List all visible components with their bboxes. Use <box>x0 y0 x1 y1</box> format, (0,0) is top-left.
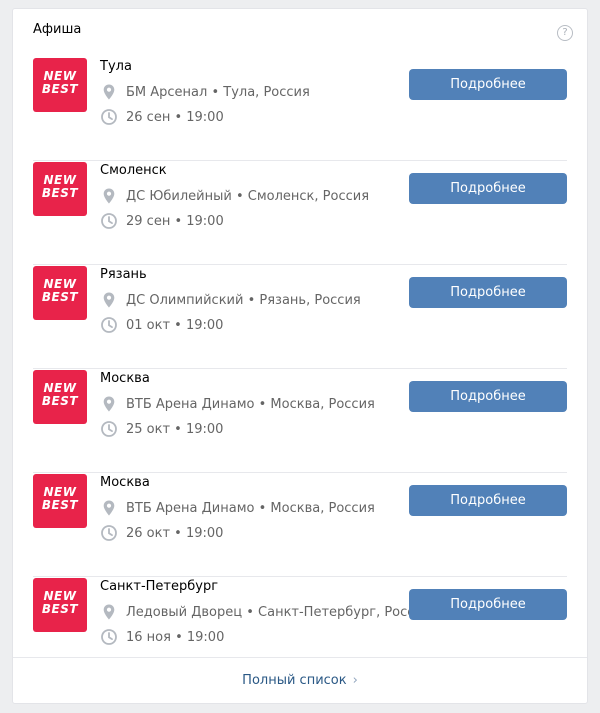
event-date-row: 29 сен • 19:00 <box>100 212 224 230</box>
clock-icon <box>101 629 117 645</box>
event-city: Рязань <box>100 267 147 282</box>
event-item: NEW BEST Рязань ДС Олимпийский • Рязань,… <box>33 265 567 369</box>
event-city: Москва <box>100 475 150 490</box>
clock-icon <box>101 525 117 541</box>
logo-line2: BEST <box>41 394 79 408</box>
logo-line2: BEST <box>41 290 79 304</box>
logo-line2: BEST <box>41 602 79 616</box>
location-pin-icon <box>103 500 115 516</box>
clock-icon <box>101 421 117 437</box>
event-venue: ДС Юбилейный • Смоленск, Россия <box>126 188 370 204</box>
question-circle-icon[interactable]: ? <box>557 25 573 41</box>
event-city: Смоленск <box>100 163 167 178</box>
event-venue-row: ДС Олимпийский • Рязань, Россия <box>100 291 361 309</box>
clock-icon <box>101 213 117 229</box>
clock-icon <box>101 317 117 333</box>
event-datetime: 16 ноя • 19:00 <box>126 629 225 645</box>
details-button[interactable]: Подробнее <box>409 173 567 204</box>
event-venue: Ледовый Дворец • Санкт-Петербург, Россия <box>126 604 431 620</box>
event-venue-row: БМ Арсенал • Тула, Россия <box>100 83 310 101</box>
location-pin-icon <box>103 396 115 412</box>
chevron-right-icon: › <box>352 673 358 688</box>
event-date-row: 16 ноя • 19:00 <box>100 628 224 646</box>
event-venue: ВТБ Арена Динамо • Москва, Россия <box>126 396 375 412</box>
location-pin-icon <box>103 84 115 100</box>
event-venue-row: ВТБ Арена Динамо • Москва, Россия <box>100 499 375 517</box>
event-date-row: 01 окт • 19:00 <box>100 316 223 334</box>
full-list-label: Полный список <box>242 673 347 688</box>
event-city: Москва <box>100 371 150 386</box>
widget-header: Афиша ? <box>13 9 587 57</box>
details-button[interactable]: Подробнее <box>409 277 567 308</box>
event-logo[interactable]: NEW BEST <box>33 578 87 632</box>
details-button[interactable]: Подробнее <box>409 381 567 412</box>
logo-line2: BEST <box>41 186 79 200</box>
details-button[interactable]: Подробнее <box>409 69 567 100</box>
full-list-link[interactable]: Полный список › <box>13 657 587 703</box>
event-venue: ДС Олимпийский • Рязань, Россия <box>126 292 361 308</box>
event-datetime: 25 окт • 19:00 <box>126 421 224 437</box>
location-pin-icon <box>103 188 115 204</box>
details-button[interactable]: Подробнее <box>409 485 567 516</box>
clock-icon <box>101 109 117 125</box>
event-datetime: 01 окт • 19:00 <box>126 317 224 333</box>
event-item: NEW BEST Москва ВТБ Арена Динамо • Москв… <box>33 369 567 473</box>
event-city: Санкт-Петербург <box>100 579 219 594</box>
event-logo[interactable]: NEW BEST <box>33 474 87 528</box>
location-pin-icon <box>103 604 115 620</box>
event-datetime: 26 окт • 19:00 <box>126 525 224 541</box>
widget-title: Афиша <box>33 22 82 37</box>
event-datetime: 29 сен • 19:00 <box>126 213 224 229</box>
event-venue-row: ДС Юбилейный • Смоленск, Россия <box>100 187 369 205</box>
event-item: NEW BEST Смоленск ДС Юбилейный • Смоленс… <box>33 161 567 265</box>
details-button[interactable]: Подробнее <box>409 589 567 620</box>
event-logo[interactable]: NEW BEST <box>33 266 87 320</box>
logo-line2: BEST <box>41 82 79 96</box>
afisha-widget: Афиша ? NEW BEST Тула БМ Арсенал • Тула,… <box>12 8 588 704</box>
event-venue-row: ВТБ Арена Динамо • Москва, Россия <box>100 395 375 413</box>
event-logo[interactable]: NEW BEST <box>33 162 87 216</box>
logo-line2: BEST <box>41 498 79 512</box>
event-venue: БМ Арсенал • Тула, Россия <box>126 84 310 100</box>
event-date-row: 25 окт • 19:00 <box>100 420 223 438</box>
event-date-row: 26 окт • 19:00 <box>100 524 223 542</box>
event-date-row: 26 сен • 19:00 <box>100 108 224 126</box>
event-logo[interactable]: NEW BEST <box>33 58 87 112</box>
event-datetime: 26 сен • 19:00 <box>126 109 224 125</box>
location-pin-icon <box>103 292 115 308</box>
event-venue: ВТБ Арена Динамо • Москва, Россия <box>126 500 375 516</box>
event-venue-row: Ледовый Дворец • Санкт-Петербург, Россия <box>100 603 431 621</box>
event-city: Тула <box>100 59 132 74</box>
event-item: NEW BEST Москва ВТБ Арена Динамо • Москв… <box>33 473 567 577</box>
event-item: NEW BEST Тула БМ Арсенал • Тула, Россия … <box>33 57 567 161</box>
event-logo[interactable]: NEW BEST <box>33 370 87 424</box>
event-list: NEW BEST Тула БМ Арсенал • Тула, Россия … <box>13 57 587 680</box>
